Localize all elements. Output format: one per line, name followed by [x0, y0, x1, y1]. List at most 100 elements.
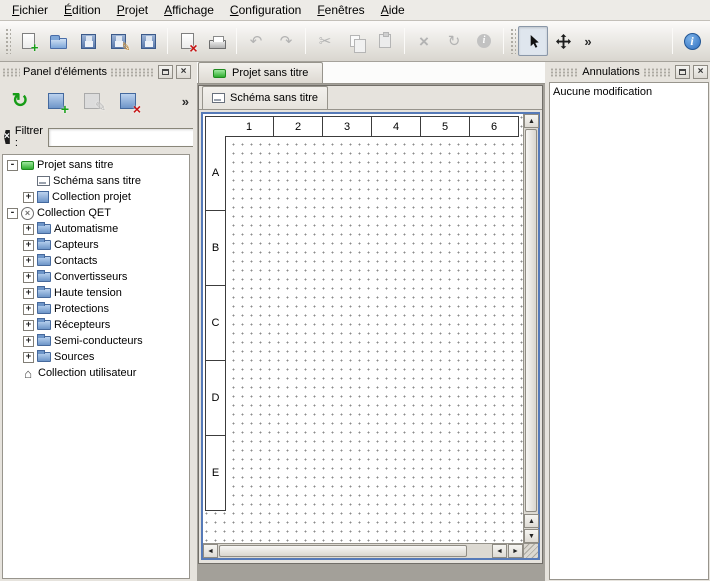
save-button[interactable]	[73, 26, 103, 56]
expand-expander-icon[interactable]	[23, 240, 34, 251]
horizontal-scroll-thumb[interactable]	[219, 545, 467, 557]
delete-button[interactable]: ×	[409, 26, 439, 56]
scroll-down-button[interactable]: ▼	[524, 529, 539, 543]
tree-item-sources[interactable]: Sources	[3, 349, 189, 365]
expand-expander-icon[interactable]	[23, 336, 34, 347]
tree-item-semi-conducteurs[interactable]: Semi-conducteurs	[3, 333, 189, 349]
expand-expander-icon[interactable]	[23, 288, 34, 299]
new-project-button[interactable]	[13, 26, 43, 56]
arrow-up-icon: ▲	[528, 118, 535, 125]
toolbar-handle[interactable]	[5, 28, 11, 54]
panel-toolbar-overflow-button[interactable]: »	[182, 94, 189, 109]
object-info-button[interactable]: i	[469, 26, 499, 56]
scroll-right-button[interactable]: ►	[508, 544, 523, 558]
expand-expander-icon[interactable]	[23, 352, 34, 363]
paste-button[interactable]	[370, 26, 400, 56]
cut-button[interactable]: ✂	[310, 26, 340, 56]
resize-grip[interactable]	[523, 543, 538, 558]
dock-close-button[interactable]: ×	[693, 65, 708, 79]
arrow-right-icon: ►	[512, 548, 519, 555]
reload-collections-button[interactable]: ↻	[4, 85, 36, 117]
toolbar-overflow-button[interactable]: »	[578, 26, 598, 56]
rotate-button[interactable]: ↻	[439, 26, 469, 56]
expand-expander-icon[interactable]	[23, 224, 34, 235]
menu-affichage[interactable]: Affichage	[156, 0, 222, 20]
dock-close-button[interactable]: ×	[176, 65, 191, 79]
tree-item-protections[interactable]: Protections	[3, 301, 189, 317]
undo-dock-titlebar[interactable]: Annulations ×	[550, 64, 708, 80]
menu-fenetres[interactable]: Fenêtres	[309, 0, 372, 20]
expand-expander-icon[interactable]	[23, 272, 34, 283]
tree-item-haute-tension[interactable]: Haute tension	[3, 285, 189, 301]
undo-button[interactable]: ↶	[241, 26, 271, 56]
tab-scheme[interactable]: Schéma sans titre	[202, 86, 328, 109]
redo-icon: ↷	[280, 34, 293, 49]
toolbar-handle[interactable]	[510, 28, 516, 54]
undo-history-list[interactable]: Aucune modification	[549, 82, 709, 580]
collapse-expander-icon[interactable]	[7, 208, 18, 219]
menu-fichier[interactable]: Fichier	[4, 0, 56, 20]
scheme-window[interactable]: Schéma sans titre 1 2 3 4 5 6 A	[198, 85, 543, 564]
diagram-scroll-area: 1 2 3 4 5 6 A B C D E	[201, 112, 540, 560]
tree-item-scheme[interactable]: Schéma sans titre	[3, 173, 189, 189]
dock-grip	[643, 68, 672, 77]
tree-item-convertisseurs[interactable]: Convertisseurs	[3, 269, 189, 285]
edit-element-button[interactable]: ✎	[76, 85, 108, 117]
menu-projet[interactable]: Projet	[109, 0, 156, 20]
tree-item-contacts[interactable]: Contacts	[3, 253, 189, 269]
delete-element-button[interactable]: ×	[112, 85, 144, 117]
expand-expander-icon[interactable]	[23, 320, 34, 331]
dock-float-button[interactable]	[675, 65, 690, 79]
tab-project[interactable]: Projet sans titre	[198, 62, 323, 83]
tree-item-automatisme[interactable]: Automatisme	[3, 221, 189, 237]
dock-grip	[110, 68, 155, 77]
folder-icon	[37, 272, 51, 282]
tree-item-collection-projet[interactable]: Collection projet	[3, 189, 189, 205]
new-element-button[interactable]: +	[40, 85, 72, 117]
red-x-badge-icon: ×	[133, 103, 141, 115]
scroll-up-button[interactable]: ▲	[524, 114, 539, 128]
save-as-button[interactable]: ✎	[103, 26, 133, 56]
scroll-up-button[interactable]: ▲	[524, 514, 539, 528]
tree-item-collection-utilisateur[interactable]: Collection utilisateur	[3, 365, 189, 381]
menu-edition[interactable]: Édition	[56, 0, 109, 20]
toolbar-separator	[672, 28, 673, 54]
column-ruler: 1 2 3 4 5 6	[225, 116, 519, 137]
tree-item-label: Haute tension	[54, 287, 122, 299]
diagram-canvas[interactable]: 1 2 3 4 5 6 A B C D E	[203, 114, 523, 543]
close-icon: ×	[698, 67, 704, 77]
tree-item-recepteurs[interactable]: Récepteurs	[3, 317, 189, 333]
tree-item-capteurs[interactable]: Capteurs	[3, 237, 189, 253]
expand-expander-icon[interactable]	[23, 256, 34, 267]
scroll-left-button[interactable]: ◄	[203, 544, 218, 558]
redo-button[interactable]: ↷	[271, 26, 301, 56]
selection-mode-button[interactable]	[518, 26, 548, 56]
elements-panel-titlebar[interactable]: Panel d'éléments ×	[2, 64, 191, 80]
expand-expander-icon[interactable]	[23, 192, 34, 203]
about-button[interactable]: i	[677, 26, 707, 56]
ruler-column-label: 6	[470, 116, 519, 137]
vertical-scrollbar[interactable]: ▲ ▲ ▼	[523, 114, 538, 543]
ruler-corner	[205, 116, 226, 137]
expand-expander-icon[interactable]	[23, 304, 34, 315]
open-project-button[interactable]	[43, 26, 73, 56]
clear-filter-button[interactable]: ×	[4, 130, 10, 144]
horizontal-scrollbar[interactable]: ◄ ◄ ►	[203, 543, 523, 558]
scroll-left-button[interactable]: ◄	[492, 544, 507, 558]
copy-button[interactable]	[340, 26, 370, 56]
save-all-button[interactable]	[133, 26, 163, 56]
print-button[interactable]	[202, 26, 232, 56]
tree-item-label: Protections	[54, 303, 109, 315]
tree-item-label: Semi-conducteurs	[54, 335, 143, 347]
filter-input[interactable]	[48, 128, 198, 147]
scheme-icon	[212, 93, 225, 103]
close-file-button[interactable]	[172, 26, 202, 56]
menu-configuration[interactable]: Configuration	[222, 0, 309, 20]
menu-aide[interactable]: Aide	[373, 0, 413, 20]
vertical-scroll-thumb[interactable]	[525, 129, 537, 512]
pan-mode-button[interactable]	[548, 26, 578, 56]
tree-item-project[interactable]: Projet sans titre	[3, 157, 189, 173]
collapse-expander-icon[interactable]	[7, 160, 18, 171]
tree-item-collection-qet[interactable]: Collection QET	[3, 205, 189, 221]
dock-float-button[interactable]	[158, 65, 173, 79]
